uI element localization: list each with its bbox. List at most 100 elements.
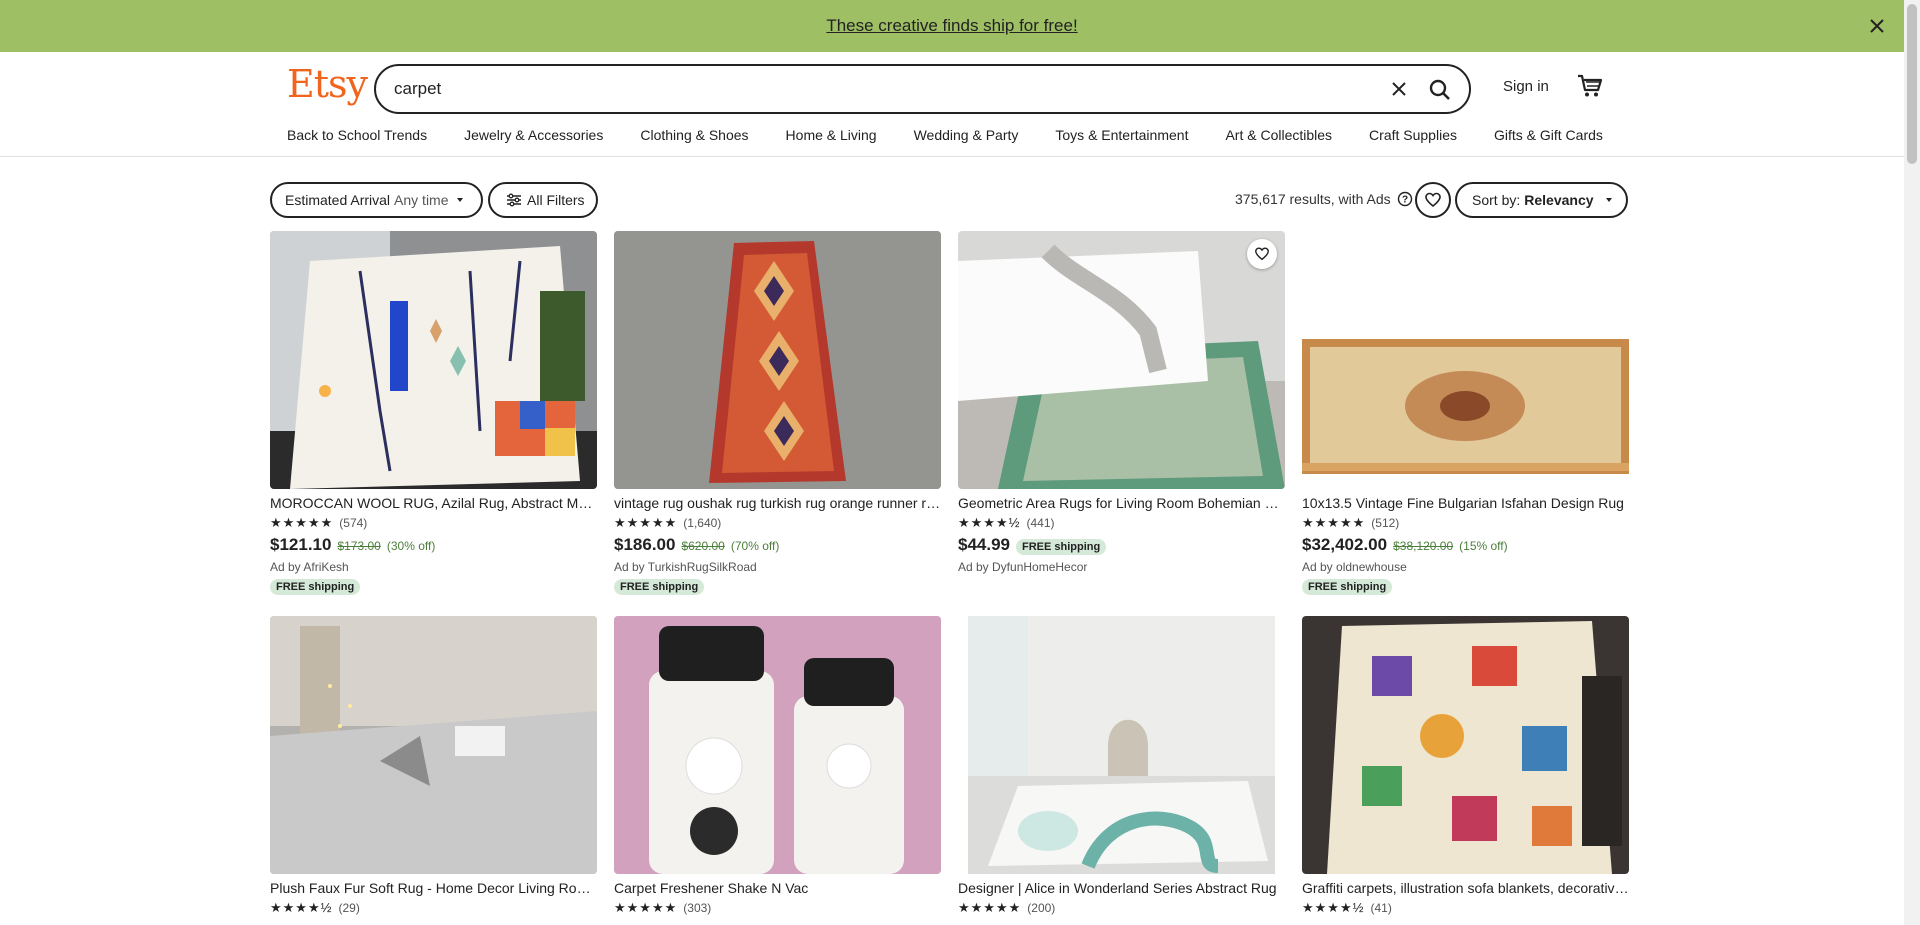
all-filters-label: All Filters [527,192,585,208]
search-icon [1429,79,1450,100]
save-search-button[interactable] [1415,182,1451,218]
close-icon [1392,82,1406,96]
sale-price: $186.00 [614,535,676,554]
star-rating-icon: ★★★★★ [614,515,678,530]
nav-item-toys[interactable]: Toys & Entertainment [1055,127,1188,143]
shop-name[interactable]: Ad by oldnewhouse [1302,560,1629,574]
listing-card[interactable]: Designer | Alice in Wonderland Series Ab… [958,616,1285,916]
sale-price: $32,402.00 [1302,535,1388,554]
star-rating-icon: ★★★★★ [958,900,1022,915]
review-count: (303) [683,901,712,915]
listing-title[interactable]: MOROCCAN WOOL RUG, Azilal Rug, Abstract … [270,495,597,511]
clear-search-button[interactable] [1387,77,1411,101]
price-row: $44.99 FREE shipping [958,535,1285,555]
listing-rating: ★★★★★ (1,640) [614,515,941,531]
listing-image[interactable] [614,616,941,874]
cart-button[interactable] [1576,72,1604,100]
arrival-value: Any time [394,192,449,208]
nav-item-wedding[interactable]: Wedding & Party [914,127,1019,143]
shop-name[interactable]: Ad by AfriKesh [270,560,597,574]
nav-item-craft[interactable]: Craft Supplies [1369,127,1457,143]
sale-price: $44.99 [958,535,1010,554]
listing-image[interactable] [270,231,597,489]
listing-card[interactable]: 10x13.5 Vintage Fine Bulgarian Isfahan D… [1302,231,1629,595]
results-toolbar: Estimated Arrival Any time All Filters 3… [270,182,1628,218]
listing-image[interactable] [270,616,597,874]
nav-item-clothing[interactable]: Clothing & Shoes [640,127,748,143]
heart-icon [1255,247,1269,261]
shop-name[interactable]: Ad by DyfunHomeHecor [958,560,1285,574]
free-shipping-badge: FREE shipping [270,579,361,595]
nav-item-gifts[interactable]: Gifts & Gift Cards [1494,127,1603,143]
promo-banner: These creative finds ship for free! [0,0,1904,52]
nav-item-back-to-school[interactable]: Back to School Trends [287,127,427,143]
favorite-button[interactable] [1247,239,1277,269]
review-count: (29) [338,901,360,915]
sale-price: $121.10 [270,535,332,554]
listing-title[interactable]: Geometric Area Rugs for Living Room Bohe… [958,495,1285,511]
search-button[interactable] [1425,75,1455,105]
original-price: $620.00 [681,539,725,553]
listing-image[interactable] [958,231,1285,489]
banner-close-button[interactable] [1864,13,1890,39]
listing-image[interactable] [1302,616,1629,874]
listing-image[interactable] [1302,231,1629,489]
green-rug-image [958,231,1285,489]
caret-down-icon [456,198,463,202]
listing-title[interactable]: 10x13.5 Vintage Fine Bulgarian Isfahan D… [1302,495,1629,511]
review-count: (41) [1370,901,1392,915]
listing-card[interactable]: Geometric Area Rugs for Living Room Bohe… [958,231,1285,574]
star-rating-icon: ★★★★½ [270,900,333,915]
listing-card[interactable]: MOROCCAN WOOL RUG, Azilal Rug, Abstract … [270,231,597,595]
promo-banner-link[interactable]: These creative finds ship for free! [826,16,1077,36]
estimated-arrival-filter[interactable]: Estimated Arrival Any time [270,182,483,218]
listing-image[interactable] [614,231,941,489]
listing-title[interactable]: Plush Faux Fur Soft Rug - Home Decor Liv… [270,880,597,896]
designer-rug-image [958,616,1285,874]
listing-rating: ★★★★½ (29) [270,900,597,916]
moroccan-rug-image [270,231,597,489]
search-bar [374,64,1471,114]
category-nav: Back to School Trends Jewelry & Accessor… [287,127,1640,143]
free-shipping-badge: FREE shipping [1016,539,1107,555]
price-row: $186.00 $620.00 (70% off) [614,535,941,555]
sort-label: Sort by: [1472,192,1521,208]
nav-item-art[interactable]: Art & Collectibles [1225,127,1332,143]
listing-image[interactable] [958,616,1285,874]
etsy-logo[interactable]: Etsy [287,62,368,106]
listing-card[interactable]: Carpet Freshener Shake N Vac ★★★★★ (303) [614,616,941,916]
listing-title[interactable]: vintage rug oushak rug turkish rug orang… [614,495,941,511]
help-icon[interactable]: ? [1397,191,1413,207]
page-scrollbar[interactable] [1904,0,1920,925]
scrollbar-thumb[interactable] [1907,4,1917,164]
listing-title[interactable]: Carpet Freshener Shake N Vac [614,880,941,896]
faux-fur-rug-image [270,616,597,874]
listing-rating: ★★★★★ (200) [958,900,1285,916]
close-icon [1870,19,1884,33]
sort-value: Relevancy [1524,192,1594,208]
nav-item-jewelry[interactable]: Jewelry & Accessories [464,127,603,143]
arrival-label: Estimated Arrival [285,192,391,208]
free-shipping-badge: FREE shipping [1302,579,1393,595]
listing-title[interactable]: Designer | Alice in Wonderland Series Ab… [958,880,1285,896]
svg-text:?: ? [1402,195,1408,206]
search-input[interactable] [394,79,1354,99]
star-rating-icon: ★★★★★ [270,515,334,530]
shop-name[interactable]: Ad by TurkishRugSilkRoad [614,560,941,574]
listing-card[interactable]: Graffiti carpets, illustration sofa blan… [1302,616,1629,916]
sort-dropdown[interactable]: Sort by: Relevancy [1455,182,1628,218]
review-count: (1,640) [683,516,722,530]
star-rating-icon: ★★★★½ [1302,900,1365,915]
listing-rating: ★★★★★ (303) [614,900,941,916]
listing-card[interactable]: vintage rug oushak rug turkish rug orang… [614,231,941,595]
all-filters-button[interactable]: All Filters [488,182,598,218]
listing-title[interactable]: Graffiti carpets, illustration sofa blan… [1302,880,1629,896]
free-shipping-badge: FREE shipping [614,579,705,595]
original-price: $173.00 [337,539,381,553]
review-count: (441) [1026,516,1055,530]
listing-card[interactable]: Plush Faux Fur Soft Rug - Home Decor Liv… [270,616,597,916]
heart-icon [1425,192,1441,208]
nav-item-home-living[interactable]: Home & Living [786,127,877,143]
sign-in-link[interactable]: Sign in [1503,78,1549,95]
review-count: (512) [1371,516,1400,530]
